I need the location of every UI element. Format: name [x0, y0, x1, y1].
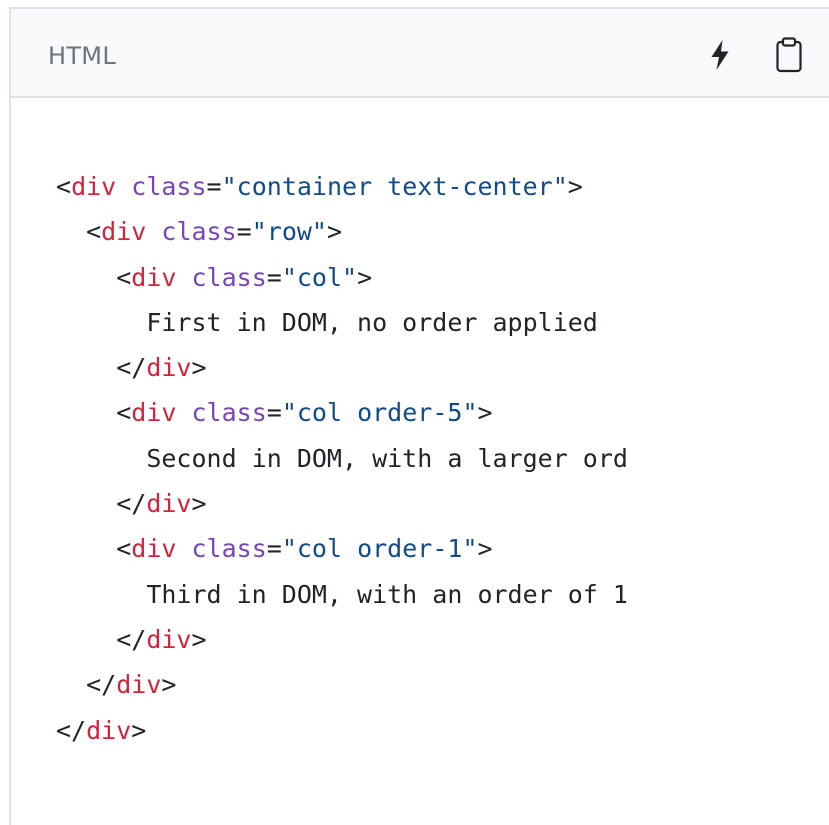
code-tag-name: div [146, 624, 192, 654]
code-attr-name: class [191, 262, 267, 292]
code-bracket: > [567, 172, 583, 201]
language-label: HTML [48, 42, 116, 70]
code-bracket: < [116, 262, 132, 292]
code-equals: = [236, 217, 252, 247]
code-bracket: < [56, 172, 72, 201]
code-text-content: First in DOM, no order applied [146, 307, 598, 337]
code-bracket: < [86, 217, 102, 247]
code-equals: = [206, 172, 222, 201]
code-bracket: > [191, 353, 207, 383]
code-attr-value: "col order-1" [281, 534, 478, 564]
code-line: </div> [56, 345, 829, 390]
code-line: </div> [56, 481, 829, 526]
code-bracket: > [191, 489, 207, 519]
code-line: <div class="col order-5"> [56, 390, 829, 435]
code-bracket: </ [86, 670, 117, 700]
code-text-content: Second in DOM, with a larger ord [146, 443, 628, 473]
code-bracket: > [326, 217, 343, 247]
code-bracket: </ [56, 715, 87, 745]
code-text-content: Third in DOM, with an order of 1 [146, 579, 628, 609]
copy-button[interactable] [769, 35, 809, 75]
code-attr-value: "col" [281, 262, 358, 292]
code-bracket: > [357, 262, 373, 292]
code-tag-name: div [116, 670, 162, 700]
code-tag-name: div [101, 217, 147, 247]
code-tag-name: div [131, 534, 177, 564]
code-line: </div> [56, 708, 829, 753]
code-attr-name: class [191, 398, 267, 428]
code-line: <div class="container text-center"> [56, 164, 829, 209]
code-bracket: > [477, 534, 493, 564]
code-tag-name: div [146, 353, 192, 383]
code-attr-value: "col order-5" [281, 398, 478, 428]
code-bracket: < [116, 398, 132, 428]
code-line: <div class="row"> [56, 209, 829, 254]
code-tag-name: div [131, 398, 177, 428]
code-bracket: </ [116, 353, 147, 383]
code-bracket: > [161, 670, 177, 700]
code-block: <div class="container text-center"> <div… [56, 164, 829, 753]
code-attr-value: "container text-center" [221, 172, 568, 201]
code-attr-name: class [131, 172, 207, 201]
code-line: </div> [56, 662, 829, 707]
code-attr-name: class [161, 217, 237, 247]
code-bracket: < [116, 534, 132, 564]
code-equals: = [266, 262, 282, 292]
code-line: <div class="col order-1"> [56, 526, 829, 571]
code-tag-name: div [71, 172, 117, 201]
code-line: </div> [56, 617, 829, 662]
code-line: First in DOM, no order applied [56, 300, 829, 345]
code-line: Second in DOM, with a larger ord [56, 436, 829, 481]
code-tag-name: div [131, 262, 177, 292]
code-bracket: </ [116, 489, 147, 519]
code-attr-value: "row" [251, 217, 327, 247]
code-bracket: > [131, 715, 147, 745]
code-bracket: > [477, 398, 493, 428]
code-line: Third in DOM, with an order of 1 [56, 572, 829, 617]
code-attr-name: class [191, 534, 267, 564]
code-equals: = [266, 534, 282, 564]
code-header: HTML [11, 9, 829, 98]
lightning-icon [711, 40, 729, 70]
clipboard-icon [776, 37, 802, 73]
code-bracket: </ [116, 624, 147, 654]
code-example-panel: HTML <div class="container text-center">… [9, 7, 829, 825]
code-line: <div class="col"> [56, 255, 829, 300]
code-bracket: > [191, 624, 207, 654]
code-equals: = [266, 398, 282, 428]
run-button[interactable] [700, 35, 740, 75]
code-tag-name: div [146, 489, 192, 519]
code-tag-name: div [86, 715, 132, 745]
